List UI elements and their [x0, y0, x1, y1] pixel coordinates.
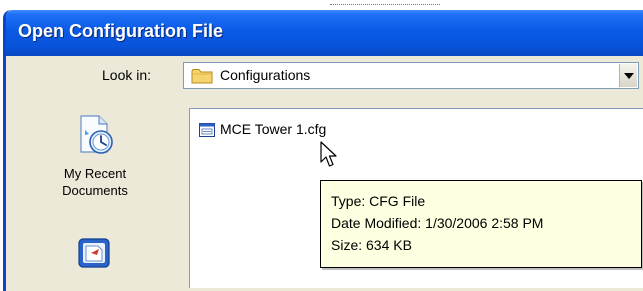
screenshot-stage: Open Configuration File Look in: Configu… [0, 0, 643, 291]
look-in-label: Look in: [102, 67, 152, 83]
file-info-tooltip: Type: CFG File Date Modified: 1/30/2006 … [320, 180, 642, 268]
background-window-text-fragment [330, 0, 440, 5]
look-in-value: Configurations [220, 67, 311, 83]
chevron-down-icon [624, 73, 634, 79]
places-bar: My Recent Documents [43, 106, 147, 281]
places-item-desktop[interactable] [43, 234, 147, 284]
recent-documents-icon [75, 114, 115, 156]
title-bar[interactable]: Open Configuration File [6, 10, 643, 56]
places-item-label: My Recent Documents [62, 166, 128, 198]
desktop-icon [77, 237, 117, 279]
folder-icon [191, 69, 213, 84]
tooltip-date-modified: Date Modified: 1/30/2006 2:58 PM [331, 215, 544, 231]
tooltip-type: Type: CFG File [331, 193, 426, 209]
file-name: MCE Tower 1.cfg [220, 121, 327, 137]
look-in-dropdown[interactable]: Configurations [183, 62, 639, 89]
window-title: Open Configuration File [18, 21, 223, 41]
tooltip-size: Size: 634 KB [331, 237, 412, 253]
places-item-recent[interactable]: My Recent Documents [43, 114, 147, 234]
config-file-icon [199, 123, 215, 137]
open-configuration-dialog: Open Configuration File Look in: Configu… [3, 10, 643, 291]
mouse-cursor-icon [320, 141, 337, 167]
look-in-dropdown-button[interactable] [619, 64, 637, 87]
